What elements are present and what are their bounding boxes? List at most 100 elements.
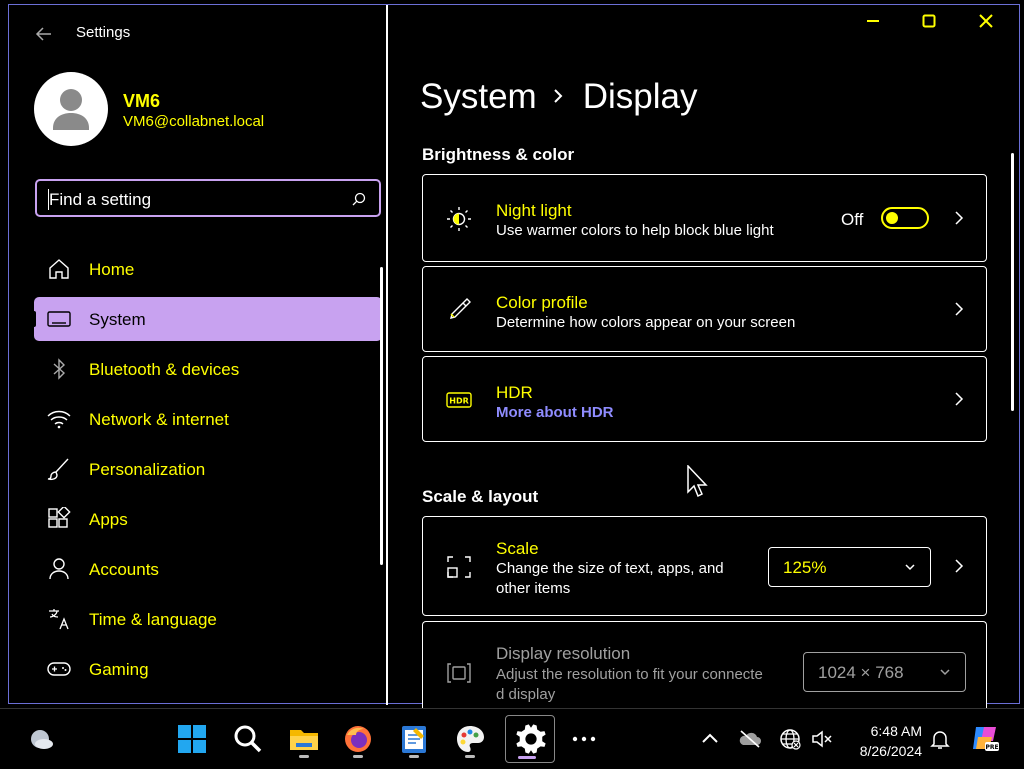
svg-text:HDR: HDR [449,397,469,406]
color-profile-title: Color profile [496,293,588,312]
sidebar-item-label: System [89,310,146,329]
more-about-hdr-link[interactable]: More about HDR [496,404,614,421]
active-indicator [518,756,536,759]
content-scrollbar[interactable] [1011,153,1014,411]
scale-icon [447,556,471,578]
sidebar-item-apps[interactable]: Apps [34,497,382,541]
taskbar-notepad[interactable] [392,717,436,761]
sidebar-item-label: Bluetooth & devices [89,360,240,379]
page-title: Display [582,77,698,116]
scale-dropdown[interactable]: 125% [768,547,931,587]
running-indicator [353,755,363,758]
chevron-right-icon[interactable] [954,210,964,226]
copilot-icon[interactable]: PRE [970,723,1000,753]
color-profile-description: Determine how colors appear on your scre… [496,314,796,331]
wifi-icon [47,410,71,429]
search-input[interactable]: Find a setting [35,179,381,217]
section-heading-scale-layout: Scale & layout [422,487,539,506]
maximize-button[interactable] [901,5,957,37]
sidebar-item-accounts[interactable]: Accounts [34,547,382,591]
taskbar-firefox[interactable] [336,717,380,761]
sidebar-item-gaming[interactable]: Gaming [34,647,382,691]
notification-bell-icon[interactable] [928,727,952,751]
close-icon [979,14,993,28]
navigation-pane: Settings VM6 VM6@collabnet.local Find a … [9,5,389,705]
eyedropper-icon [450,298,471,319]
sidebar-item-time-language[interactable]: Time & language [34,597,382,641]
svg-text:PRE: PRE [985,744,998,751]
sidebar-item-label: Time & language [89,610,217,629]
display-resolution-description-line2: d display [496,686,556,703]
night-light-card[interactable]: Night light Use warmer colors to help bl… [422,174,987,262]
chevron-right-icon[interactable] [954,558,964,574]
nav-list: Home System Bluetooth & devices Network … [32,247,382,697]
sidebar-item-label: Home [89,260,135,279]
start-icon [178,725,206,753]
person-icon [49,558,69,580]
chevron-right-icon[interactable] [954,301,964,317]
taskbar-paint[interactable] [448,717,492,761]
sidebar-item-label: Apps [89,510,128,529]
app-title: Settings [76,24,131,41]
sidebar-item-label: Accounts [89,560,159,579]
night-light-toggle-label: Off [841,210,864,229]
chevron-up-icon[interactable] [698,727,722,751]
taskbar-start[interactable] [170,717,214,761]
nav-scrollbar[interactable] [380,267,383,565]
display-resolution-card[interactable]: Display resolution Adjust the resolution… [422,621,987,711]
running-indicator [299,755,309,758]
resolution-dropdown-value: 1024 × 768 [818,663,904,682]
chevron-right-icon[interactable] [954,391,964,407]
hdr-card[interactable]: HDR HDR More about HDR [422,356,987,442]
user-email: VM6@collabnet.local [123,113,265,130]
taskbar-search[interactable] [226,717,270,761]
gamepad-icon [47,662,71,676]
scale-dropdown-value: 125% [783,558,827,577]
breadcrumb: System Display [420,77,697,117]
sidebar-item-home[interactable]: Home [34,247,382,291]
settings-window: Settings VM6 VM6@collabnet.local Find a … [8,4,1020,711]
color-profile-card[interactable]: Color profile Determine how colors appea… [422,266,987,352]
avatar[interactable] [34,72,108,146]
person-avatar-icon [53,89,89,130]
search-icon[interactable] [351,191,367,207]
night-light-description: Use warmer colors to help block blue lig… [496,222,774,239]
chevron-down-icon [905,564,915,571]
hdr-icon: HDR [446,392,472,408]
file-explorer-icon [290,730,318,750]
pane-divider [386,5,388,705]
sidebar-item-label: Network & internet [89,410,229,429]
close-button[interactable] [957,5,1013,37]
minimize-button[interactable] [845,5,901,37]
sidebar-item-system[interactable]: System [32,297,382,341]
sidebar-item-personalization[interactable]: Personalization [34,447,382,491]
sidebar-item-bluetooth[interactable]: Bluetooth & devices [34,347,382,391]
home-icon [49,259,69,279]
volume-muted-icon[interactable] [810,727,834,751]
brush-icon [47,458,69,481]
taskbar-weather[interactable] [20,717,64,761]
apps-icon [48,507,71,528]
taskbar-file-explorer[interactable] [282,717,326,761]
breadcrumb-parent[interactable]: System [420,77,537,116]
onedrive-icon[interactable] [738,727,762,751]
chevron-down-icon [940,669,950,676]
network-icon[interactable] [778,727,802,751]
paint-icon [457,726,484,752]
display-resolution-description-line1: Adjust the resolution to fit your connec… [496,666,763,683]
hdr-title: HDR [496,383,533,402]
firefox-icon [345,726,371,752]
taskbar-settings[interactable] [505,715,555,763]
taskbar-more[interactable] [562,717,606,761]
running-indicator [409,755,419,758]
running-indicator [465,755,475,758]
mouse-cursor-icon [687,465,708,498]
sidebar-item-network[interactable]: Network & internet [34,397,382,441]
resolution-dropdown[interactable]: 1024 × 768 [803,652,966,692]
scale-card[interactable]: Scale Change the size of text, apps, and… [422,516,987,616]
night-light-toggle[interactable] [881,207,929,229]
night-light-icon [447,207,471,231]
back-arrow-icon[interactable] [33,23,55,45]
system-clock[interactable]: 6:48 AM 8/26/2024 [838,721,922,761]
search-placeholder: Find a setting [49,190,152,209]
